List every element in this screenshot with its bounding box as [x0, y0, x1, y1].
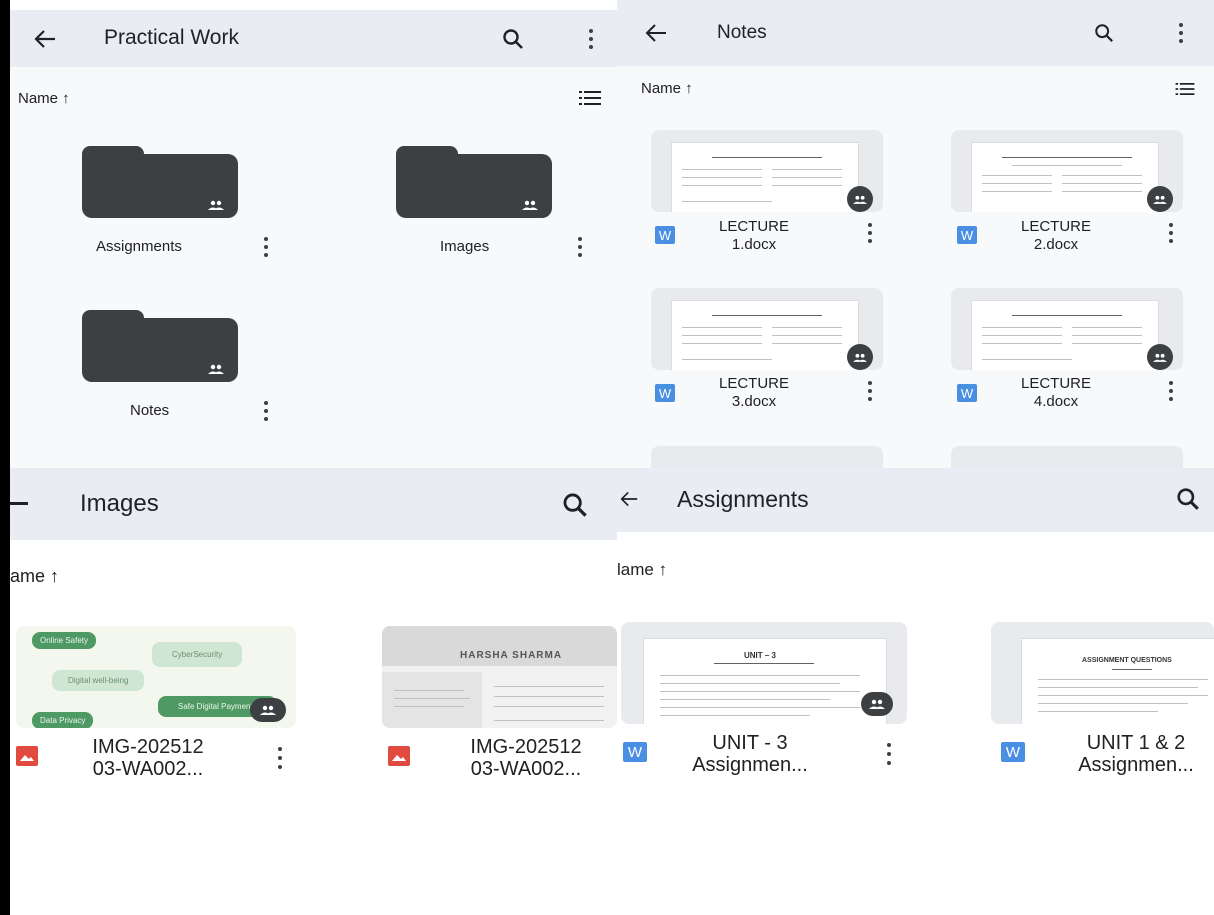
file-thumbnail[interactable] [651, 446, 883, 468]
more-options-icon[interactable] [1177, 22, 1185, 44]
page-title: Notes [717, 22, 767, 43]
app-bar: Assignments [617, 468, 1214, 532]
back-arrow-icon[interactable] [641, 18, 671, 48]
file-thumbnail[interactable] [951, 130, 1183, 212]
back-arrow-icon[interactable] [617, 484, 641, 514]
practical-work-panel: Practical Work Name ↑ Assignments Images… [10, 10, 617, 468]
folder-assignments-icon[interactable] [82, 146, 238, 218]
app-bar: Images [10, 468, 617, 540]
page-title: Assignments [677, 486, 809, 512]
word-doc-icon: W [957, 384, 977, 402]
image-file-icon [16, 746, 38, 766]
thumb-bubble: Online Safety [32, 632, 97, 649]
file-thumbnail[interactable] [951, 446, 1183, 468]
page-title: Practical Work [104, 26, 239, 49]
folder-more-options[interactable] [262, 236, 270, 258]
folder-label-notes[interactable]: Notes [130, 402, 169, 419]
file-thumbnail[interactable] [651, 288, 883, 370]
folder-more-options[interactable] [262, 400, 270, 422]
file-more-options[interactable] [885, 742, 893, 766]
sort-by-name[interactable]: ame ↑ [10, 566, 59, 587]
file-more-options[interactable] [1167, 222, 1175, 244]
file-name[interactable]: LECTURE 1.docx [709, 218, 799, 254]
file-name[interactable]: LECTURE 4.docx [1011, 375, 1101, 411]
image-thumbnail[interactable]: HARSHA SHARMA [382, 626, 617, 728]
file-name[interactable]: LECTURE 3.docx [709, 375, 799, 411]
image-thumbnail[interactable]: Online Safety CyberSecurity Digital well… [16, 626, 296, 728]
notes-panel: Notes Name ↑ W LECTURE 1.docx W LECTURE … [617, 0, 1214, 468]
file-name[interactable]: UNIT 1 & 2 Assignmen... [1061, 732, 1211, 776]
file-name[interactable]: IMG-202512 03-WA002... [446, 736, 606, 780]
shared-people-icon [847, 186, 873, 212]
file-thumbnail[interactable] [951, 288, 1183, 370]
shared-people-icon [861, 692, 893, 716]
word-doc-icon: W [1001, 742, 1025, 762]
folder-label-assignments[interactable]: Assignments [96, 238, 182, 255]
file-name[interactable]: IMG-202512 03-WA002... [68, 736, 228, 780]
folder-notes-icon[interactable] [82, 310, 238, 382]
sort-by-name[interactable]: Name ↑ [18, 90, 70, 107]
file-more-options[interactable] [276, 746, 284, 770]
shared-people-icon [1147, 344, 1173, 370]
more-options-icon[interactable] [587, 28, 595, 50]
thumb-bubble: Data Privacy [32, 712, 94, 728]
sort-by-name[interactable]: Name ↑ [641, 80, 693, 97]
search-icon[interactable] [558, 488, 592, 522]
shared-people-icon [250, 698, 286, 722]
image-file-icon [388, 746, 410, 766]
folder-label-images[interactable]: Images [440, 238, 489, 255]
list-view-icon[interactable] [578, 90, 602, 106]
word-doc-icon: W [655, 226, 675, 244]
back-arrow-icon[interactable] [30, 24, 60, 54]
app-bar: Notes [617, 0, 1214, 66]
file-more-options[interactable] [866, 380, 874, 402]
list-view-icon[interactable] [1173, 82, 1197, 96]
assignments-panel: Assignments lame ↑ UNIT – 3 W UNIT - 3 As… [617, 468, 1214, 915]
images-panel: Images ame ↑ Online Safety CyberSecurity… [10, 468, 617, 915]
app-bar: Practical Work [10, 10, 617, 67]
thumb-doc-heading: UNIT – 3 [744, 651, 777, 660]
sort-by-name[interactable]: lame ↑ [617, 560, 667, 580]
file-more-options[interactable] [1167, 380, 1175, 402]
word-doc-icon: W [623, 742, 647, 762]
file-thumbnail[interactable]: ASSIGNMENT QUESTIONS [991, 622, 1214, 724]
thumb-bubble: Digital well-being [52, 670, 145, 691]
word-doc-icon: W [957, 226, 977, 244]
folder-images-icon[interactable] [396, 146, 552, 218]
shared-people-icon [1147, 186, 1173, 212]
word-doc-icon: W [655, 384, 675, 402]
search-icon[interactable] [498, 24, 528, 54]
file-thumbnail[interactable] [651, 130, 883, 212]
search-icon[interactable] [1089, 18, 1119, 48]
search-icon[interactable] [1173, 484, 1203, 514]
thumb-bubble: CyberSecurity [152, 642, 243, 667]
thumb-resume-title: HARSHA SHARMA [460, 650, 563, 661]
folder-more-options[interactable] [576, 236, 584, 258]
thumb-doc-heading: ASSIGNMENT QUESTIONS [1082, 657, 1172, 664]
left-screen-edge [0, 0, 10, 915]
file-name[interactable]: LECTURE 2.docx [1011, 218, 1101, 254]
shared-people-icon [847, 344, 873, 370]
back-arrow-icon[interactable] [10, 502, 28, 505]
file-thumbnail[interactable]: UNIT – 3 [621, 622, 907, 724]
file-more-options[interactable] [866, 222, 874, 244]
page-title: Images [80, 490, 159, 517]
file-name[interactable]: UNIT - 3 Assignmen... [675, 732, 825, 776]
